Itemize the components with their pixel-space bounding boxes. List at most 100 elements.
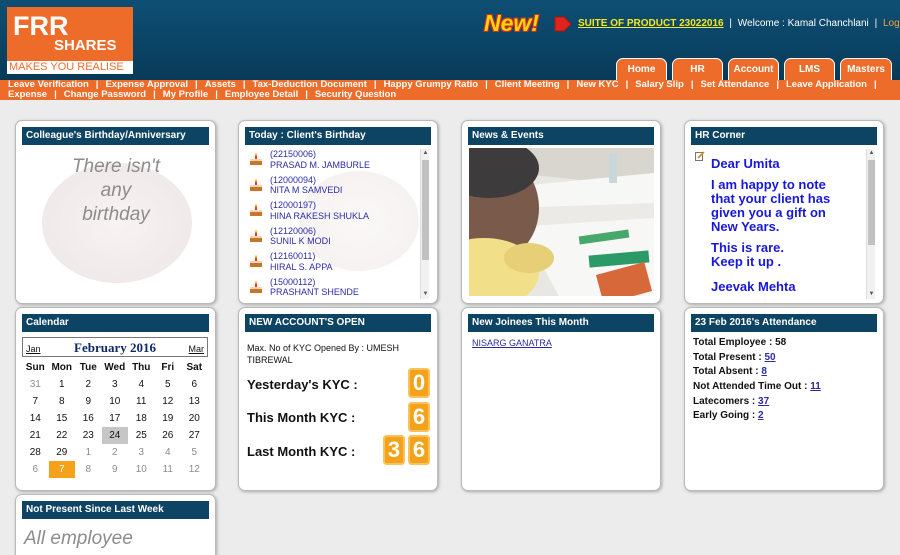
calendar-day[interactable]: 11 [128,393,155,410]
calendar-day[interactable]: 22 [49,427,76,444]
calendar-day[interactable]: 20 [181,410,208,427]
calendar-day[interactable]: 24 [101,427,128,444]
calendar-day[interactable]: 14 [22,410,49,427]
calendar-day[interactable]: 21 [22,427,49,444]
menu-change-password[interactable]: Change Password [64,89,146,100]
calendar-day[interactable]: 4 [128,376,155,393]
calendar-day[interactable]: 15 [49,410,76,427]
next-month-link[interactable]: Mar [189,344,205,354]
menu-new-kyc[interactable]: New KYC [576,79,618,90]
calendar-day[interactable]: 12 [155,393,182,410]
latecomers-link[interactable]: 37 [758,396,769,407]
frr-shares-logo[interactable]: FRR SHARES MAKES YOU REALISE [7,7,133,74]
list-item[interactable]: (12000094) NITA M SAMVEDI [245,175,423,201]
suite-of-product-link[interactable]: SUITE OF PRODUCT 23022016 [578,18,724,29]
scroll-down-icon[interactable]: ▼ [421,290,430,299]
calendar-day[interactable]: 13 [181,393,208,410]
total-present-link[interactable]: 50 [765,352,776,363]
dow-label: Sun [25,362,45,373]
scroll-up-icon[interactable]: ▲ [867,149,876,158]
calendar-day[interactable]: 12 [181,461,208,478]
list-item[interactable]: (12120006) SUNIL K MODI [245,226,423,252]
list-item[interactable]: (12160011) HIRAL S. APPA [245,251,423,277]
calendar-day[interactable]: 8 [49,393,76,410]
menu-expense[interactable]: Expense [8,89,47,100]
tab-hr[interactable]: HR [672,58,723,80]
calendar-day[interactable]: 6 [22,461,49,478]
calendar-day[interactable]: 18 [128,410,155,427]
scroll-thumb[interactable] [868,160,875,245]
calendar-day[interactable]: 3 [102,376,129,393]
calendar-day[interactable]: 11 [155,461,182,478]
early-going-label: Early Going : [693,410,759,422]
list-item[interactable]: (15000112) PRASHANT SHENDE [245,277,423,300]
menu-happy-grumpy-ratio[interactable]: Happy Grumpy Ratio [384,79,479,90]
calendar-day[interactable]: 1 [75,444,102,461]
menu-separator: | [566,79,570,90]
calendar-day[interactable]: 25 [128,427,155,444]
total-employee-label: Total Employee : [693,337,776,348]
calendar-grid: Sun Mon Tue Wed Thu Fri Sat 31 1 2 3 4 5 6 7 8 9 1… [22,359,208,478]
calendar-day[interactable]: 26 [155,427,182,444]
calendar-day[interactable]: 23 [75,427,102,444]
hr-corner-scrollbar[interactable]: ▲ ▼ [866,149,875,299]
joinee-link[interactable]: NISARG GANATRA [472,338,552,348]
calendar-day[interactable]: 3 [128,444,155,461]
menu-leave-application[interactable]: Leave Application [786,79,867,90]
calendar-day[interactable]: 1 [49,376,76,393]
list-item[interactable]: (22150006) PRASAD M. JAMBURLE [245,149,423,175]
calendar-day[interactable]: 16 [75,410,102,427]
this-month-kyc-value: 6 [408,402,430,432]
calendar-day[interactable]: 10 [102,393,129,410]
menu-security-question[interactable]: Security Question [315,89,396,100]
early-going-link[interactable]: 2 [758,410,764,421]
calendar-day[interactable]: 10 [128,461,155,478]
calendar-day[interactable]: 2 [75,376,102,393]
tab-lms[interactable]: LMS [784,58,835,80]
total-absent-link[interactable]: 8 [761,366,767,377]
scroll-down-icon[interactable]: ▼ [867,290,876,299]
calendar-day[interactable]: 5 [181,444,208,461]
header-bar: FRR SHARES MAKES YOU REALISE New! SUITE … [0,0,900,80]
calendar-day[interactable]: 7 [22,393,49,410]
calendar-day[interactable]: 27 [181,427,208,444]
welcome-text: Welcome : Kamal Chanchlani [737,18,869,29]
calendar-day[interactable]: 29 [49,444,76,461]
calendar-day[interactable]: 9 [75,393,102,410]
menu-client-meeting[interactable]: Client Meeting [495,79,560,90]
menu-my-profile[interactable]: My Profile [163,89,208,100]
birthday-cake-icon [250,255,262,267]
panel-title: Not Present Since Last Week [22,501,209,519]
menu-employee-detail[interactable]: Employee Detail [225,89,298,100]
tab-masters[interactable]: Masters [840,58,892,80]
menu-salary-slip[interactable]: Salary Slip [635,79,684,90]
client-birthday-scrollbar[interactable]: ▲ ▼ [420,149,429,299]
calendar-day[interactable]: 4 [155,444,182,461]
attendance-panel: 23 Feb 2016's Attendance Total Employee … [684,307,884,491]
not-attended-link[interactable]: 11 [810,381,821,392]
hr-line: I am happy to note [711,177,826,192]
dow-label: Thu [132,362,151,373]
calendar-day[interactable]: 7 [48,461,75,478]
client-name: HIRAL S. APPA [270,261,333,272]
calendar-day[interactable]: 9 [102,461,129,478]
calendar-day[interactable]: 5 [155,376,182,393]
calendar-day[interactable]: 6 [181,376,208,393]
news-event-photo[interactable] [469,148,654,296]
client-birthday-panel: Today : Client's Birthday (22150006) PRA… [238,120,438,304]
tab-home[interactable]: Home [616,58,667,80]
scroll-up-icon[interactable]: ▲ [421,149,430,158]
calendar-day[interactable]: 31 [22,376,49,393]
calendar-day[interactable]: 2 [102,444,129,461]
calendar-day[interactable]: 28 [22,444,49,461]
scroll-thumb[interactable] [422,160,429,260]
calendar-day[interactable]: 17 [102,410,129,427]
menu-separator: | [215,89,218,100]
logout-link[interactable]: Logout [883,18,900,29]
calendar-day[interactable]: 19 [155,410,182,427]
calendar-day[interactable]: 8 [75,461,102,478]
list-item[interactable]: (12000197) HINA RAKESH SHUKLA [245,200,423,226]
tab-account[interactable]: Account [728,58,779,80]
panel-title: NEW ACCOUNT'S OPEN [245,314,431,332]
menu-set-attendance[interactable]: Set Attendance [701,79,770,90]
